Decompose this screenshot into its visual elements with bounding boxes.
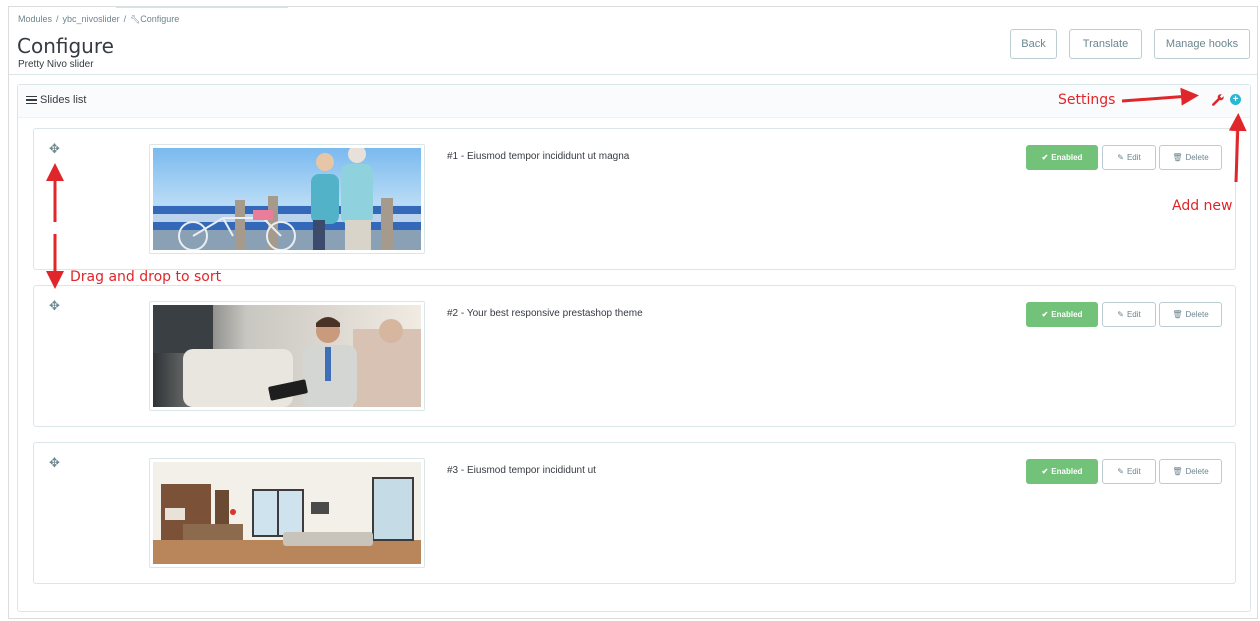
delete-label: Delete: [1185, 467, 1209, 476]
check-icon: ✔: [1041, 310, 1049, 319]
back-button[interactable]: Back: [1010, 29, 1057, 59]
drag-handle-icon[interactable]: ✥: [49, 456, 61, 469]
delete-button[interactable]: 🗑︎ Delete: [1159, 459, 1222, 484]
edit-button[interactable]: ✎ Edit: [1102, 302, 1156, 327]
breadcrumb-current: Configure: [140, 14, 180, 24]
edit-button[interactable]: ✎ Edit: [1102, 145, 1156, 170]
enabled-label: Enabled: [1051, 310, 1083, 319]
slide-row-1: ✥ #1 - Eiusmod tempor incididunt ut magn…: [33, 128, 1236, 270]
drag-handle-icon[interactable]: ✥: [49, 142, 61, 155]
check-icon: ✔: [1041, 467, 1049, 476]
check-icon: ✔: [1041, 153, 1049, 162]
enabled-label: Enabled: [1051, 153, 1083, 162]
manage-hooks-button[interactable]: Manage hooks: [1154, 29, 1250, 59]
edit-label: Edit: [1126, 153, 1141, 162]
delete-label: Delete: [1185, 310, 1209, 319]
slide-image-3: [149, 458, 425, 568]
page-title: Configure: [17, 34, 114, 58]
add-new-annotation: Add new: [1172, 198, 1233, 214]
delete-button[interactable]: 🗑︎ Delete: [1159, 145, 1222, 170]
top-divider: [116, 6, 288, 8]
translate-button[interactable]: Translate: [1069, 29, 1142, 59]
slide-thumbnail-interior: [153, 462, 421, 564]
slide-image-1: [149, 144, 425, 254]
slide-thumbnail-beach: [153, 148, 421, 250]
breadcrumb-module[interactable]: ybc_nivoslider: [63, 14, 120, 24]
settings-annotation: Settings: [1058, 92, 1116, 108]
breadcrumb-separator: /: [56, 14, 59, 24]
drag-sort-annotation: Drag and drop to sort: [70, 269, 222, 285]
breadcrumb-separator: /: [123, 14, 127, 24]
edit-label: Edit: [1126, 467, 1141, 476]
plus-circle-icon[interactable]: +: [1230, 94, 1241, 105]
trash-icon: 🗑︎: [1172, 153, 1183, 162]
list-icon: [26, 95, 37, 105]
drag-handle-icon[interactable]: ✥: [49, 299, 61, 312]
edit-icon: ✎: [1117, 467, 1124, 476]
delete-label: Delete: [1185, 153, 1209, 162]
enabled-toggle-button[interactable]: ✔ Enabled: [1026, 145, 1098, 170]
edit-button[interactable]: ✎ Edit: [1102, 459, 1156, 484]
panel-title-text: Slides list: [40, 94, 87, 106]
wrench-icon[interactable]: [1211, 93, 1225, 107]
page-subtitle: Pretty Nivo slider: [18, 59, 94, 70]
trash-icon: 🗑︎: [1172, 310, 1183, 319]
wrench-icon: 🔧︎: [130, 15, 141, 24]
breadcrumb-modules[interactable]: Modules: [18, 14, 52, 24]
edit-icon: ✎: [1117, 310, 1124, 319]
enabled-label: Enabled: [1051, 467, 1083, 476]
trash-icon: 🗑︎: [1172, 467, 1183, 476]
panel-title: Slides list: [26, 94, 86, 106]
slide-row-2: ✥ #2 - Your best responsive prestashop t…: [33, 285, 1236, 427]
slide-title: #3 - Eiusmod tempor incididunt ut: [447, 465, 596, 476]
slide-thumbnail-businessman: [153, 305, 421, 407]
delete-button[interactable]: 🗑︎ Delete: [1159, 302, 1222, 327]
slide-title: #1 - Eiusmod tempor incididunt ut magna: [447, 151, 630, 162]
header-divider: [9, 74, 1257, 75]
enabled-toggle-button[interactable]: ✔ Enabled: [1026, 459, 1098, 484]
slide-title: #2 - Your best responsive prestashop the…: [447, 308, 643, 319]
enabled-toggle-button[interactable]: ✔ Enabled: [1026, 302, 1098, 327]
edit-label: Edit: [1126, 310, 1141, 319]
slide-image-2: [149, 301, 425, 411]
edit-icon: ✎: [1117, 153, 1124, 162]
breadcrumb: Modules / ybc_nivoslider / 🔧︎Configure: [18, 14, 179, 24]
slide-row-3: ✥ #3 - Eiusmod tempor incididunt ut ✔ Ena…: [33, 442, 1236, 584]
